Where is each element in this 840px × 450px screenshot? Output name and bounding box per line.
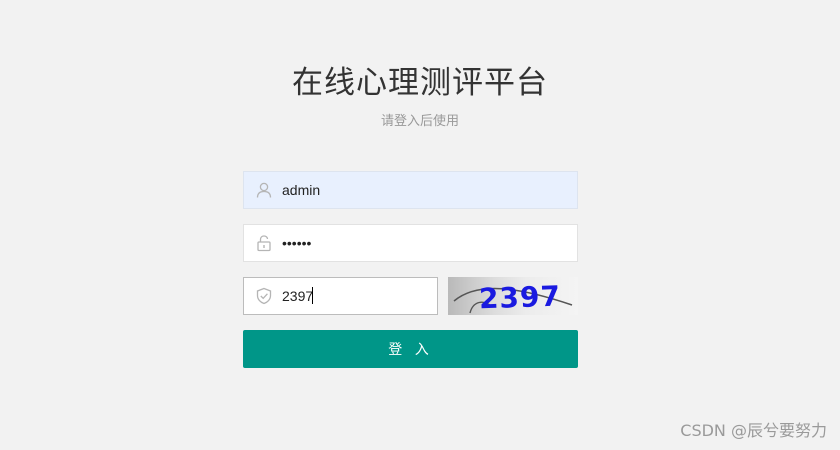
captcha-field[interactable] — [243, 277, 438, 315]
shield-icon — [255, 287, 273, 305]
text-caret — [312, 287, 313, 304]
login-button[interactable]: 登 入 — [243, 330, 578, 368]
user-icon — [255, 181, 273, 199]
username-field[interactable] — [243, 171, 578, 209]
lock-icon — [255, 234, 273, 252]
captcha-code: 2397 — [478, 280, 561, 315]
password-field[interactable] — [243, 224, 578, 262]
password-input[interactable] — [282, 225, 569, 261]
csdn-watermark: CSDN @辰兮要努力 — [680, 421, 827, 440]
page-subtitle: 请登入后使用 — [380, 114, 459, 129]
captcha-image[interactable]: 2397 — [448, 277, 578, 315]
captcha-input[interactable] — [282, 278, 429, 314]
username-input[interactable] — [282, 172, 569, 208]
page-title: 在线心理测评平台 — [292, 65, 548, 101]
